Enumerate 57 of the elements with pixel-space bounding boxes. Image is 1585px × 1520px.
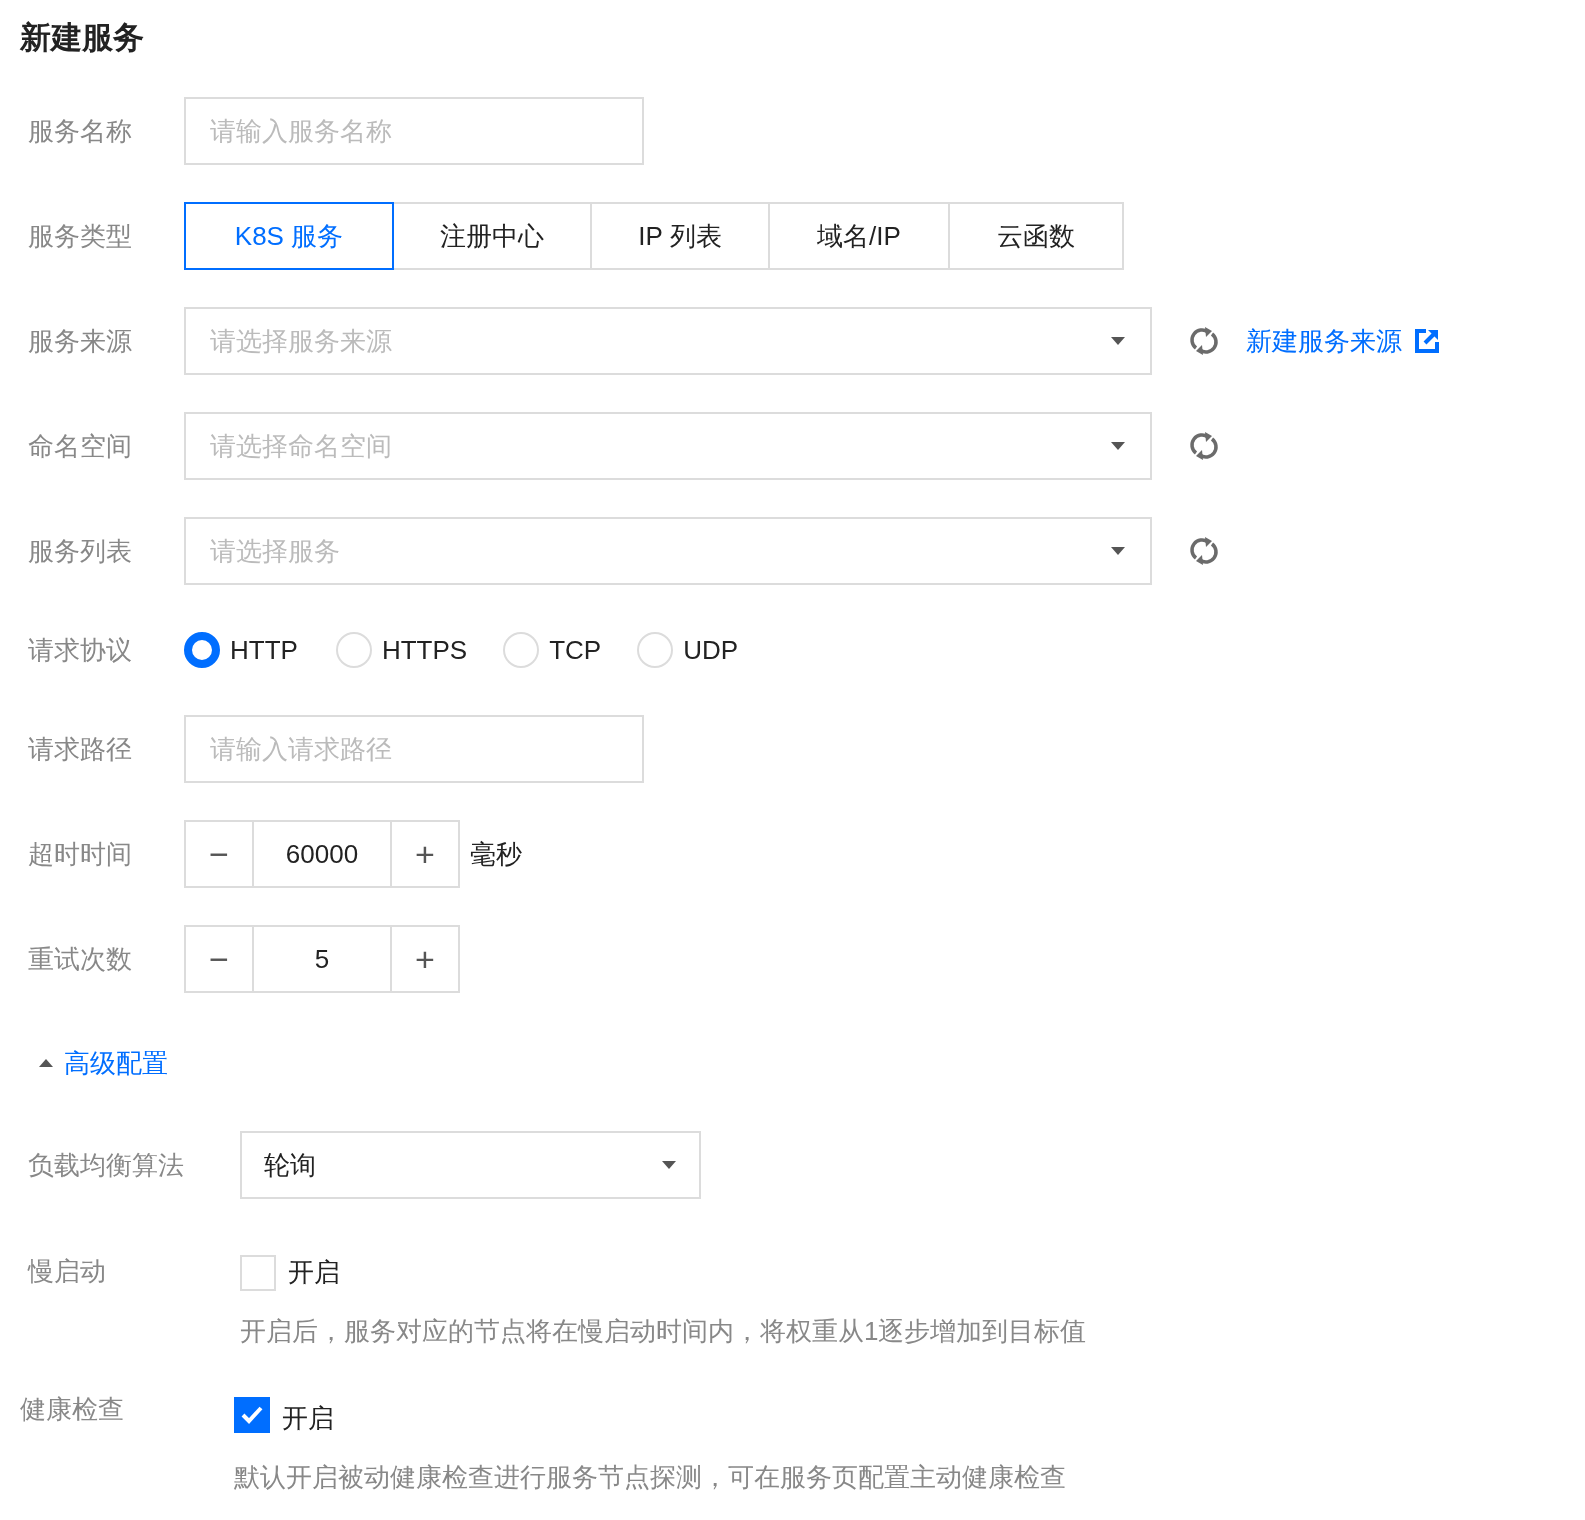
service-type-tab[interactable]: 注册中心 (392, 202, 592, 270)
field-label: 请求协议 (28, 633, 133, 667)
external-link-icon[interactable] (1414, 328, 1440, 354)
select-dropdown[interactable]: 轮询 (240, 1131, 701, 1199)
number-stepper[interactable]: − 5 + (184, 925, 460, 993)
field-label: 服务名称 (28, 114, 133, 148)
increment-button[interactable]: + (390, 822, 458, 886)
decrement-button[interactable]: − (186, 822, 254, 886)
select-placeholder: 请选择命名空间 (210, 429, 392, 463)
field-label: 服务类型 (28, 219, 133, 253)
checkmark-icon (240, 1404, 264, 1425)
field-label: 服务列表 (28, 534, 133, 568)
stepper-value[interactable]: 5 (254, 927, 390, 991)
increment-button[interactable]: + (390, 927, 458, 991)
text-input-field[interactable]: 请输入服务名称 (184, 97, 644, 165)
select-value: 轮询 (264, 1148, 316, 1182)
advanced-settings-toggle[interactable]: 高级配置 (38, 1048, 168, 1078)
checkbox[interactable] (234, 1396, 270, 1433)
new-source-link[interactable]: 新建服务来源 (1246, 321, 1402, 361)
field-label: 超时时间 (28, 837, 133, 871)
checkbox-label[interactable]: 开启 (282, 1399, 334, 1438)
service-type-tab[interactable]: IP 列表 (590, 202, 770, 270)
field-label: 负载均衡算法 (28, 1148, 185, 1182)
field-label: 健康检查 (20, 1393, 125, 1426)
field-label: 服务来源 (28, 324, 133, 358)
caret-down-icon (1110, 546, 1126, 556)
radio-label[interactable]: UDP (683, 630, 739, 670)
service-type-tab[interactable]: 云函数 (948, 202, 1124, 270)
caret-icon (38, 1058, 54, 1068)
radio-button[interactable] (184, 632, 220, 668)
radio-label[interactable]: HTTPS (381, 630, 468, 670)
hint-text: 开启后，服务对应的节点将在慢启动时间内，将权重从1逐步增加到目标值 (240, 1315, 1088, 1348)
hint-text: 默认开启被动健康检查进行服务节点探测，可在服务页配置主动健康检查 (234, 1461, 1067, 1494)
stepper-value[interactable]: 60000 (254, 822, 390, 886)
service-type-tab[interactable]: 域名/IP (768, 202, 950, 270)
radio-label[interactable]: HTTP (230, 630, 298, 670)
select-placeholder: 请选择服务来源 (210, 324, 392, 358)
radio-label[interactable]: TCP (549, 630, 602, 670)
service-type-tab[interactable]: K8S 服务 (184, 202, 394, 270)
field-label: 重试次数 (28, 942, 133, 976)
field-label: 命名空间 (28, 429, 133, 463)
unit-label: 毫秒 (470, 837, 522, 871)
number-stepper[interactable]: − 60000 + (184, 820, 460, 888)
text-input-field[interactable]: 请输入请求路径 (184, 715, 644, 783)
checkbox[interactable] (240, 1254, 276, 1291)
caret-down-icon (1110, 336, 1126, 346)
select-placeholder: 请选择服务 (210, 534, 340, 568)
caret-down-icon (661, 1160, 677, 1170)
decrement-button[interactable]: − (186, 927, 254, 991)
field-label: 慢启动 (28, 1255, 107, 1288)
refresh-icon[interactable] (1188, 429, 1220, 463)
refresh-icon[interactable] (1188, 534, 1220, 568)
checkbox-label[interactable]: 开启 (288, 1253, 340, 1292)
field-label: 请求路径 (28, 732, 133, 766)
caret-down-icon (1110, 441, 1126, 451)
refresh-icon[interactable] (1188, 324, 1220, 358)
page-title: 新建服务 (20, 19, 145, 57)
